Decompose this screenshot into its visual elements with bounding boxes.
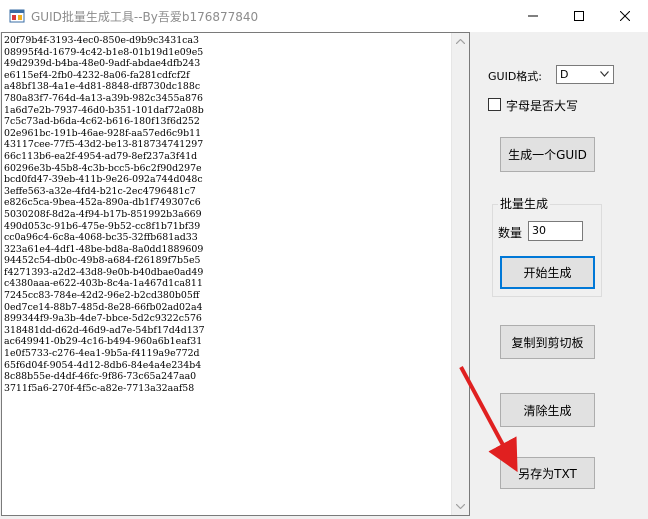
guid-line: e826c5ca-9bea-452a-890a-db1f749307c6	[4, 197, 201, 209]
format-label: GUID格式:	[488, 70, 542, 83]
app-icon	[9, 8, 25, 24]
quantity-label: 数量	[498, 226, 523, 240]
format-select[interactable]: D	[556, 65, 614, 84]
start-generate-button[interactable]: 开始生成	[500, 256, 595, 289]
guid-line: e6115ef4-2fb0-4232-8a06-fa281cdfcf2f	[4, 69, 190, 81]
guid-line: ac649941-0b29-4c16-b494-960a6b1eaf31	[4, 336, 203, 348]
guid-line: 0ed7ce14-88b7-485d-8e28-66fb02ad02a4	[4, 301, 203, 313]
title-bar: GUID批量生成工具--By吾爱b176877840	[0, 0, 648, 32]
guid-line: 8c88b55e-d4df-46fc-9f86-73c65a247aa0	[4, 371, 197, 383]
guid-line: 318481dd-d62d-46d9-ad7e-54bf17d4d137	[4, 324, 205, 336]
guid-line: cc0a96c4-6c8a-4068-bc35-32ffb681ad33	[4, 232, 198, 244]
guid-line: 899344f9-9a3b-4de7-bbce-5d2c9322c576	[4, 313, 202, 325]
guid-line: 1e0f5733-c276-4ea1-9b5a-f4119a9e772d	[4, 348, 200, 360]
guid-line: 7245cc83-784e-42d2-96e2-b2cd380b05ff	[4, 290, 200, 302]
guid-line: bcd0fd47-39eb-411b-9e26-092a744d048c	[4, 174, 203, 186]
uppercase-label: 字母是否大写	[506, 99, 579, 113]
scroll-down-button[interactable]	[452, 498, 469, 515]
close-icon	[620, 11, 630, 21]
guid-line: 3effe563-a32e-4fd4-b21c-2ec4796481c7	[4, 185, 196, 197]
close-button[interactable]	[602, 0, 648, 32]
vertical-scrollbar[interactable]	[451, 33, 469, 515]
chevron-down-icon	[600, 71, 609, 77]
clear-button[interactable]: 清除生成	[500, 393, 595, 427]
guid-line: f4271393-a2d2-43d8-9e0b-b40dbae0ad49	[4, 266, 204, 278]
guid-line: 5030208f-8d2a-4f94-b17b-851992b3a669	[4, 208, 202, 220]
maximize-button[interactable]	[556, 0, 602, 32]
copy-to-clipboard-button[interactable]: 复制到剪切板	[500, 325, 595, 359]
guid-line: 20f79b4f-3193-4ec0-850e-d9b9c3431ca3	[4, 35, 199, 46]
generate-one-button[interactable]: 生成一个GUID	[500, 137, 595, 172]
batch-group-title: 批量生成	[498, 195, 551, 212]
chevron-up-icon	[456, 39, 465, 44]
guid-output-list: 20f79b4f-3193-4ec0-850e-d9b9c3431ca3 0899…	[4, 35, 452, 394]
scroll-up-button[interactable]	[452, 33, 469, 50]
uppercase-checkbox[interactable]	[488, 98, 501, 111]
guid-line: 08995f4d-1679-4c42-b1e8-01b19d1e09e5	[4, 46, 204, 58]
guid-line: 7c5c73ad-b6da-4c62-b616-180f13f6d252	[4, 116, 200, 128]
guid-line: 60296e3b-45b8-4c3b-bcc5-b6c2f90d297e	[4, 162, 202, 174]
guid-output-textarea[interactable]: 20f79b4f-3193-4ec0-850e-d9b9c3431ca3 0899…	[1, 32, 470, 516]
chevron-down-icon	[456, 504, 465, 509]
guid-line: 94452c54-db0c-49b8-a684-f26189f7b5e5	[4, 255, 201, 267]
guid-line: 3711f5a6-270f-4f5c-a82e-7713a32aaf58	[4, 382, 195, 394]
guid-line: 780a83f7-764d-4a13-a39b-982c3455a876	[4, 92, 203, 104]
guid-line: a48bf138-4a1e-4d81-8848-df8730dc188c	[4, 81, 201, 93]
window-title: GUID批量生成工具--By吾爱b176877840	[31, 10, 259, 24]
guid-line: 65f6d04f-9054-4d12-8db6-84e4a4e234b4	[4, 359, 202, 371]
maximize-icon	[574, 11, 584, 21]
guid-line: 1a6d7e2b-7937-46d0-b351-101daf72a08b	[4, 104, 204, 116]
guid-line: 43117cee-77f5-43d2-be13-818734741297	[4, 139, 204, 151]
save-as-txt-button[interactable]: 另存为TXT	[500, 457, 595, 489]
app-window: GUID批量生成工具--By吾爱b176877840 20f79b4f-3193…	[0, 0, 648, 519]
format-select-value: D	[560, 68, 569, 81]
quantity-input[interactable]: 30	[528, 221, 583, 241]
guid-line: 02e961bc-191b-46ae-928f-aa57ed6c9b11	[4, 127, 202, 139]
guid-line: 490d053c-91b6-475e-9b52-cc8f1b71bf39	[4, 220, 201, 232]
minimize-icon	[528, 15, 538, 17]
guid-line: 323a61e4-4df1-48be-bd8a-8a0dd1889609	[4, 243, 204, 255]
minimize-button[interactable]	[510, 0, 556, 32]
guid-line: 66c113b6-ea2f-4954-ad79-8ef237a3f41d	[4, 150, 198, 162]
guid-line: c4380aaa-e622-403b-8c4a-1a467d1ca811	[4, 278, 203, 290]
guid-line: 49d2939d-b4ba-48e0-9adf-abdae4dfb243	[4, 58, 201, 70]
